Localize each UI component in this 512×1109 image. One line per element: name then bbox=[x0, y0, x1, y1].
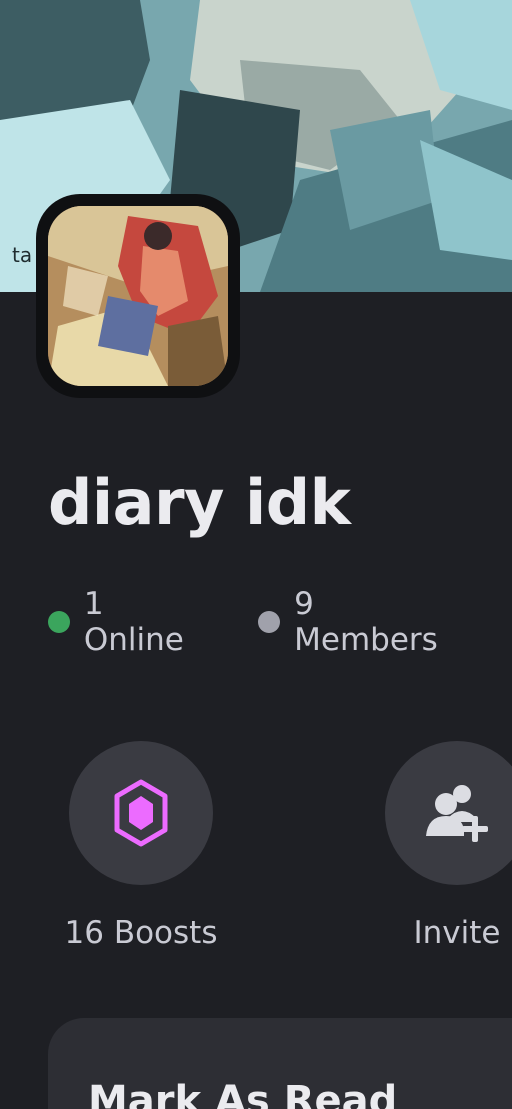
server-name: diary idk bbox=[48, 466, 351, 539]
server-icon[interactable] bbox=[36, 194, 240, 398]
boosts-button[interactable]: 16 Boosts bbox=[65, 741, 217, 951]
server-icon-image bbox=[48, 206, 228, 386]
member-count: 9 Members bbox=[258, 586, 466, 658]
online-count: 1 Online bbox=[48, 586, 212, 658]
invite-label: Invite bbox=[413, 915, 501, 951]
online-label: 1 Online bbox=[83, 586, 184, 658]
online-status-icon bbox=[48, 611, 70, 633]
invite-circle[interactable] bbox=[385, 741, 512, 885]
server-info-screen: ta diary idk 1 Online 9 Members 16 Boost… bbox=[0, 0, 512, 1109]
boost-gem-icon bbox=[114, 779, 168, 847]
banner-text: ta bbox=[12, 243, 32, 267]
members-label: 9 Members bbox=[294, 586, 438, 658]
server-stats: 1 Online 9 Members bbox=[48, 586, 512, 658]
add-member-icon bbox=[426, 785, 488, 842]
boosts-circle[interactable] bbox=[69, 741, 213, 885]
invite-button[interactable]: Invite bbox=[385, 741, 512, 951]
boosts-label: 16 Boosts bbox=[64, 915, 218, 951]
server-menu-card: Mark As Read bbox=[48, 1018, 512, 1109]
member-status-icon bbox=[258, 611, 281, 633]
mark-as-read-item[interactable]: Mark As Read bbox=[88, 1078, 397, 1109]
